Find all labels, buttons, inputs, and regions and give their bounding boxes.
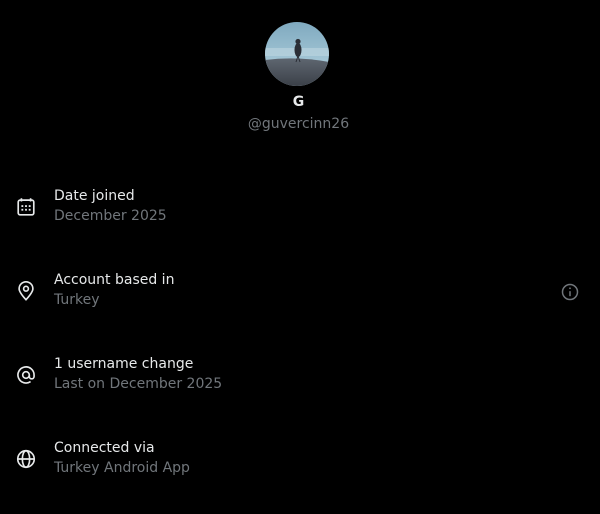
info-icon[interactable]	[560, 282, 580, 302]
location-pin-icon	[15, 280, 37, 302]
at-sign-icon	[15, 364, 37, 386]
username-change-label: 1 username change	[54, 356, 194, 372]
about-row-account-based-in: Account based in Turkey	[0, 272, 600, 320]
about-row-username-change: 1 username change Last on December 2025	[0, 356, 600, 404]
connected-via-label: Connected via	[54, 440, 155, 456]
connected-via-value: Turkey Android App	[54, 460, 190, 476]
date-joined-label: Date joined	[54, 188, 135, 204]
globe-icon	[15, 448, 37, 470]
username-change-value: Last on December 2025	[54, 376, 223, 392]
account-based-in-value: Turkey	[54, 292, 100, 308]
pigeon-photo-avatar-icon	[265, 22, 329, 86]
calendar-icon	[15, 196, 37, 218]
username-handle: @guvercinn26	[247, 116, 350, 132]
about-row-connected-via: Connected via Turkey Android App	[0, 440, 600, 488]
about-row-date-joined: Date joined December 2025	[0, 188, 600, 236]
avatar[interactable]	[265, 22, 329, 86]
account-based-in-label: Account based in	[54, 272, 175, 288]
display-name: G	[292, 94, 305, 110]
date-joined-value: December 2025	[54, 208, 167, 224]
